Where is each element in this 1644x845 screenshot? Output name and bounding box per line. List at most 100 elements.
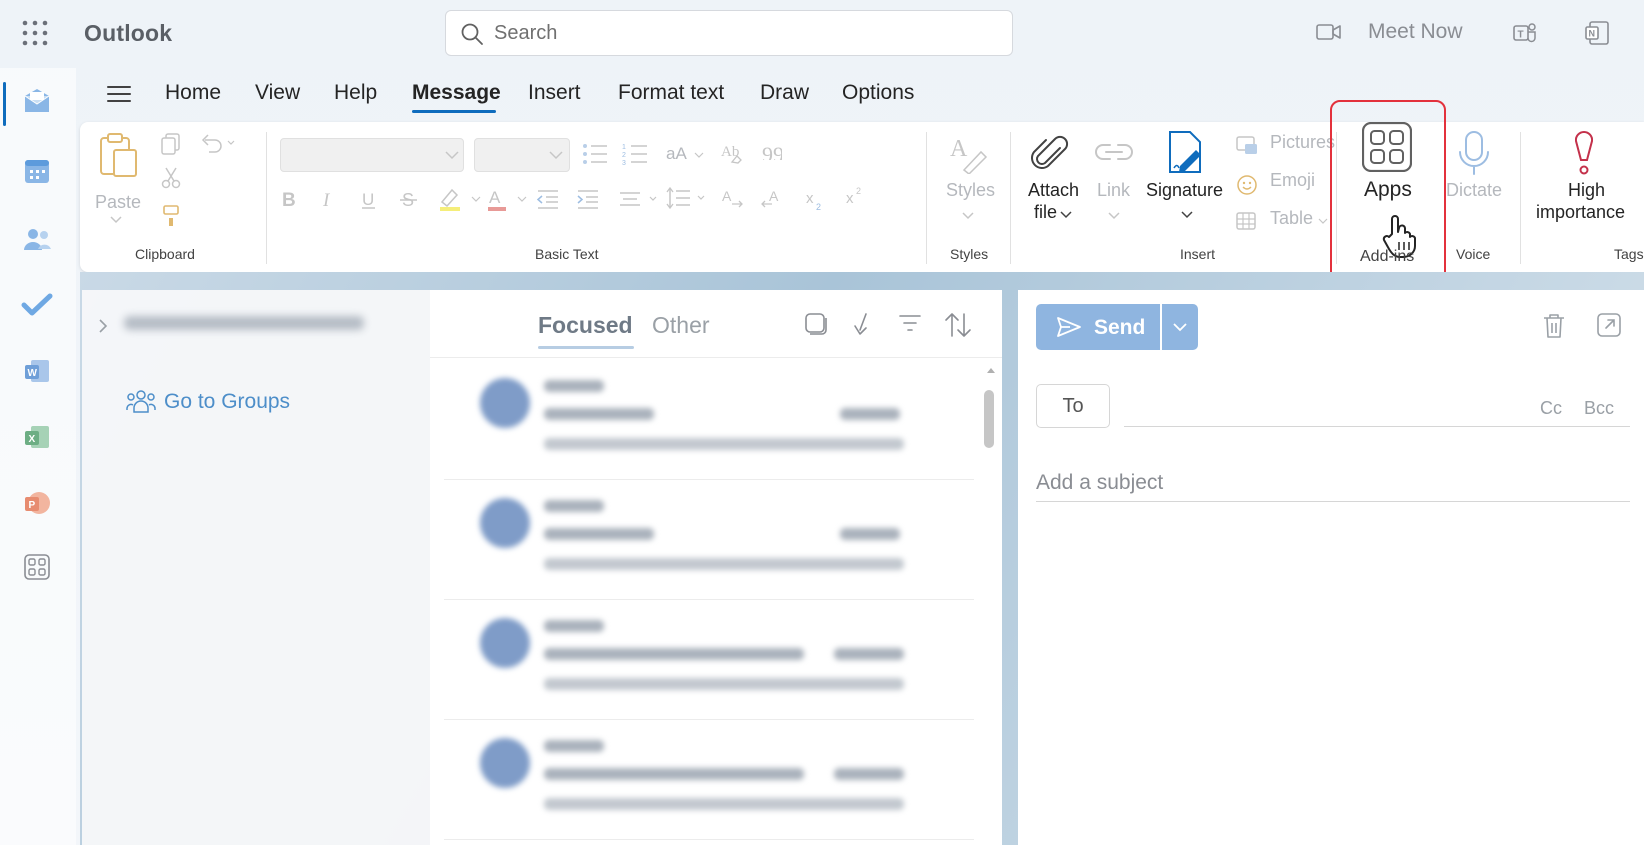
hamburger-menu-icon[interactable]	[106, 84, 132, 104]
pop-out-icon[interactable]	[1596, 312, 1622, 338]
highlighter-icon[interactable]	[438, 186, 484, 212]
line-spacing-icon[interactable]	[666, 186, 708, 210]
quote-icon[interactable]: 99	[762, 144, 782, 160]
text-direction-ltr-icon[interactable]: A	[720, 186, 744, 210]
go-to-groups-link[interactable]: Go to Groups	[164, 390, 290, 414]
rail-word[interactable]: W	[18, 352, 56, 390]
select-mode-icon[interactable]	[804, 312, 828, 336]
copy-icon[interactable]	[160, 132, 182, 156]
app-title[interactable]: Outlook	[84, 20, 172, 47]
tab-home[interactable]: Home	[165, 81, 221, 105]
signature-icon[interactable]	[1166, 130, 1206, 176]
pictures-button[interactable]: Pictures	[1270, 132, 1335, 153]
attach-chevron-icon[interactable]	[1060, 211, 1072, 219]
bcc-button[interactable]: Bcc	[1584, 398, 1614, 419]
table-chevron-icon[interactable]	[1318, 218, 1328, 225]
groups-icon[interactable]	[126, 388, 156, 414]
rail-calendar[interactable]	[18, 152, 56, 190]
subscript-icon[interactable]: x2	[804, 188, 828, 212]
cc-button[interactable]: Cc	[1540, 398, 1562, 419]
font-color-icon[interactable]: A	[486, 186, 530, 212]
superscript-icon[interactable]: x2	[844, 184, 868, 208]
list-item[interactable]	[444, 480, 974, 600]
rail-powerpoint[interactable]: P	[18, 484, 56, 522]
tab-view[interactable]: View	[255, 81, 300, 105]
high-importance-icon[interactable]	[1572, 130, 1596, 176]
align-icon[interactable]	[618, 188, 660, 210]
clear-formatting-icon[interactable]: Ab	[720, 140, 744, 166]
undo-icon[interactable]	[200, 132, 236, 154]
rail-more-apps[interactable]	[18, 548, 56, 586]
to-field[interactable]	[1124, 426, 1630, 427]
bold-icon[interactable]: B	[280, 188, 298, 210]
list-item[interactable]	[444, 600, 974, 720]
filter-icon[interactable]	[898, 312, 922, 334]
emoji-icon[interactable]	[1236, 174, 1258, 196]
rail-excel[interactable]: X	[18, 418, 56, 456]
signature-chevron-icon[interactable]	[1181, 211, 1193, 219]
increase-indent-icon[interactable]	[576, 188, 600, 210]
account-name-blurred[interactable]	[124, 312, 374, 334]
app-launcher-icon[interactable]	[20, 18, 50, 48]
tab-other[interactable]: Other	[652, 312, 710, 339]
attach-file-button[interactable]: Attach	[1028, 180, 1079, 201]
numbering-icon[interactable]: 123	[622, 142, 648, 166]
underline-icon[interactable]: U	[360, 188, 378, 210]
scroll-up-arrow-icon[interactable]	[986, 366, 996, 374]
tab-focused[interactable]: Focused	[538, 312, 633, 339]
table-icon[interactable]	[1236, 212, 1258, 232]
onenote-icon[interactable]: N	[1584, 20, 1610, 46]
tab-options[interactable]: Options	[842, 81, 914, 105]
italic-icon[interactable]: I	[320, 188, 338, 210]
styles-icon[interactable]: A	[948, 132, 988, 174]
format-painter-icon[interactable]	[162, 204, 180, 228]
search-box[interactable]	[445, 10, 1013, 56]
teams-icon[interactable]: T	[1512, 20, 1538, 46]
rail-mail[interactable]	[18, 82, 56, 120]
chevron-right-icon[interactable]	[98, 318, 108, 334]
scrollbar-thumb[interactable]	[984, 390, 994, 448]
link-chevron-icon[interactable]	[1108, 212, 1120, 220]
list-item[interactable]	[444, 360, 974, 480]
styles-chevron-icon[interactable]	[962, 212, 974, 220]
dictate-button[interactable]: Dictate	[1446, 180, 1502, 201]
discard-trash-icon[interactable]	[1542, 312, 1566, 340]
tab-insert[interactable]: Insert	[528, 81, 581, 105]
strikethrough-icon[interactable]: S	[400, 188, 418, 210]
paste-icon[interactable]	[98, 132, 140, 178]
paste-chevron-icon[interactable]	[110, 216, 122, 224]
link-icon[interactable]	[1092, 140, 1136, 164]
list-item[interactable]	[444, 720, 974, 840]
styles-button[interactable]: Styles	[946, 180, 995, 201]
bullets-icon[interactable]	[582, 142, 608, 166]
tab-format-text[interactable]: Format text	[618, 81, 724, 105]
font-size-dropdown[interactable]	[474, 138, 570, 172]
font-family-dropdown[interactable]	[280, 138, 464, 172]
table-button[interactable]: Table	[1270, 208, 1313, 229]
tab-draw[interactable]: Draw	[760, 81, 809, 105]
pictures-icon[interactable]	[1236, 136, 1258, 156]
jump-to-icon[interactable]	[852, 312, 872, 338]
to-button[interactable]: To	[1036, 384, 1110, 428]
chevron-down-icon[interactable]	[694, 152, 704, 159]
rail-todo[interactable]	[18, 286, 56, 324]
search-input[interactable]	[494, 19, 994, 47]
paste-button[interactable]: Paste	[95, 192, 141, 213]
tab-message[interactable]: Message	[412, 81, 501, 105]
meet-now-button[interactable]: Meet Now	[1368, 20, 1463, 44]
paperclip-icon[interactable]	[1030, 132, 1070, 176]
subject-input[interactable]	[1036, 464, 1630, 502]
decrease-indent-icon[interactable]	[536, 188, 560, 210]
microphone-icon[interactable]	[1456, 130, 1492, 176]
emoji-button[interactable]: Emoji	[1270, 170, 1315, 191]
link-button[interactable]: Link	[1097, 180, 1130, 201]
sort-icon[interactable]	[944, 312, 972, 338]
tab-help[interactable]: Help	[334, 81, 377, 105]
cut-icon[interactable]	[160, 166, 182, 190]
rail-people[interactable]	[18, 220, 56, 258]
change-case-button[interactable]: aA	[666, 144, 687, 164]
send-button[interactable]: Send	[1036, 304, 1160, 350]
signature-button[interactable]: Signature	[1146, 180, 1223, 201]
send-options-button[interactable]	[1162, 304, 1198, 350]
video-camera-icon[interactable]	[1316, 22, 1342, 42]
